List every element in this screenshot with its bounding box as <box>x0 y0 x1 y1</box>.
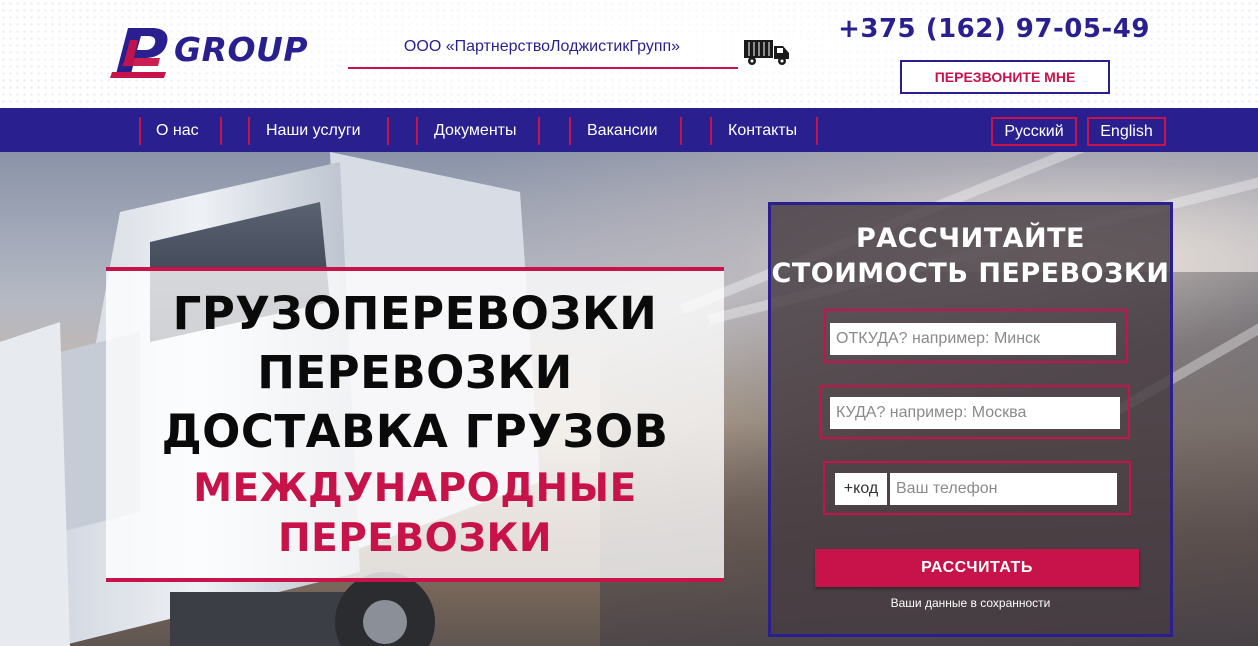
headline-accent-1: МЕЖДУНАРОДНЫЕ <box>193 466 637 511</box>
from-input[interactable] <box>830 323 1116 355</box>
calculate-button[interactable]: РАССЧИТАТЬ <box>815 549 1139 587</box>
calc-title-line-2: СТОИМОСТЬ ПЕРЕВОЗКИ <box>771 258 1170 289</box>
nav-separator <box>680 117 682 145</box>
nav-item-about[interactable]: О нас <box>156 118 199 144</box>
lang-russian-button[interactable]: Русский <box>991 117 1077 146</box>
nav-separator <box>220 117 222 145</box>
privacy-note: Ваши данные в сохранности <box>890 596 1051 610</box>
main-nav: О нас Наши услуги Документы Вакансии Кон… <box>0 108 1258 152</box>
nav-item-contacts[interactable]: Контакты <box>728 118 797 144</box>
callback-button[interactable]: ПЕРЕЗВОНИТЕ МНЕ <box>900 60 1110 94</box>
headline-accent-2: ПЕРЕВОЗКИ <box>277 516 553 561</box>
phone-code-box[interactable]: +код <box>835 473 887 505</box>
nav-separator <box>538 117 540 145</box>
cost-calculator-form: РАССЧИТАЙТЕ СТОИМОСТЬ ПЕРЕВОЗКИ +код РАС… <box>768 202 1173 637</box>
hero-section: ГРУЗОПЕРЕВОЗКИ ПЕРЕВОЗКИ ДОСТАВКА ГРУЗОВ… <box>0 152 1258 646</box>
nav-separator <box>416 117 418 145</box>
nav-separator <box>139 117 141 145</box>
site-header: GROUP ООО «ПартнерствоЛоджистикГрупп» +3… <box>0 0 1258 108</box>
calc-title-line-1: РАССЧИТАЙТЕ <box>855 223 1085 254</box>
to-input[interactable] <box>830 397 1120 429</box>
logo-pl-icon <box>110 28 168 78</box>
lang-english-button[interactable]: English <box>1087 117 1166 146</box>
truck-icon <box>744 40 789 65</box>
hero-headline-box: ГРУЗОПЕРЕВОЗКИ ПЕРЕВОЗКИ ДОСТАВКА ГРУЗОВ… <box>106 267 724 582</box>
nav-item-services[interactable]: Наши услуги <box>266 118 361 144</box>
nav-separator <box>710 117 712 145</box>
nav-item-documents[interactable]: Документы <box>434 118 516 144</box>
phone-input[interactable] <box>890 473 1117 505</box>
nav-separator <box>569 117 571 145</box>
headline-line-2: ПЕРЕВОЗКИ <box>257 346 573 399</box>
site-logo[interactable]: GROUP <box>108 22 330 80</box>
headline-line-1: ГРУЗОПЕРЕВОЗКИ <box>172 287 658 340</box>
contact-phone[interactable]: +375 (162) 97-05-49 <box>838 14 1150 44</box>
company-underline <box>348 67 738 69</box>
nav-item-vacancies[interactable]: Вакансии <box>587 118 658 144</box>
company-name: ООО «ПартнерствоЛоджистикГрупп» <box>403 38 681 55</box>
headline-line-3: ДОСТАВКА ГРУЗОВ <box>161 405 669 458</box>
logo-text: GROUP <box>174 30 309 69</box>
nav-separator <box>387 117 389 145</box>
nav-separator <box>248 117 250 145</box>
nav-separator <box>816 117 818 145</box>
